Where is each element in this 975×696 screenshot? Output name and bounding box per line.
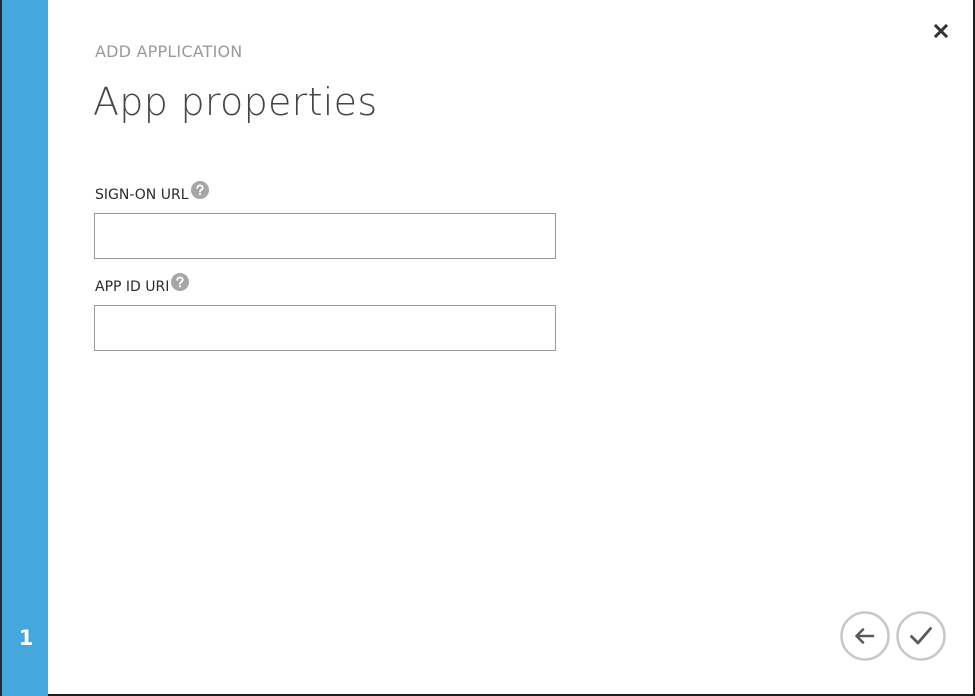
sign-on-url-label: SIGN-ON URL <box>95 187 189 203</box>
add-application-dialog: 1 ADD APPLICATION App properties SIGN-ON… <box>0 0 975 696</box>
complete-button[interactable] <box>896 611 946 661</box>
back-button[interactable] <box>840 611 890 661</box>
close-button[interactable] <box>931 21 951 41</box>
close-icon <box>933 23 949 39</box>
app-id-uri-help-icon[interactable] <box>171 273 190 291</box>
arrow-left-icon <box>840 611 890 661</box>
app-id-uri-input[interactable] <box>94 305 556 351</box>
step-number: 1 <box>18 626 34 650</box>
sign-on-url-help-icon[interactable] <box>190 181 209 199</box>
sign-on-url-label-row: SIGN-ON URL <box>95 181 209 203</box>
dialog-kicker: ADD APPLICATION <box>95 42 243 61</box>
checkmark-icon <box>896 611 946 661</box>
app-id-uri-label: APP ID URI <box>95 279 170 295</box>
app-id-uri-label-row: APP ID URI <box>95 273 190 295</box>
step-sidebar: 1 <box>0 0 48 696</box>
page-title: App properties <box>93 80 378 124</box>
sign-on-url-input[interactable] <box>94 213 556 259</box>
